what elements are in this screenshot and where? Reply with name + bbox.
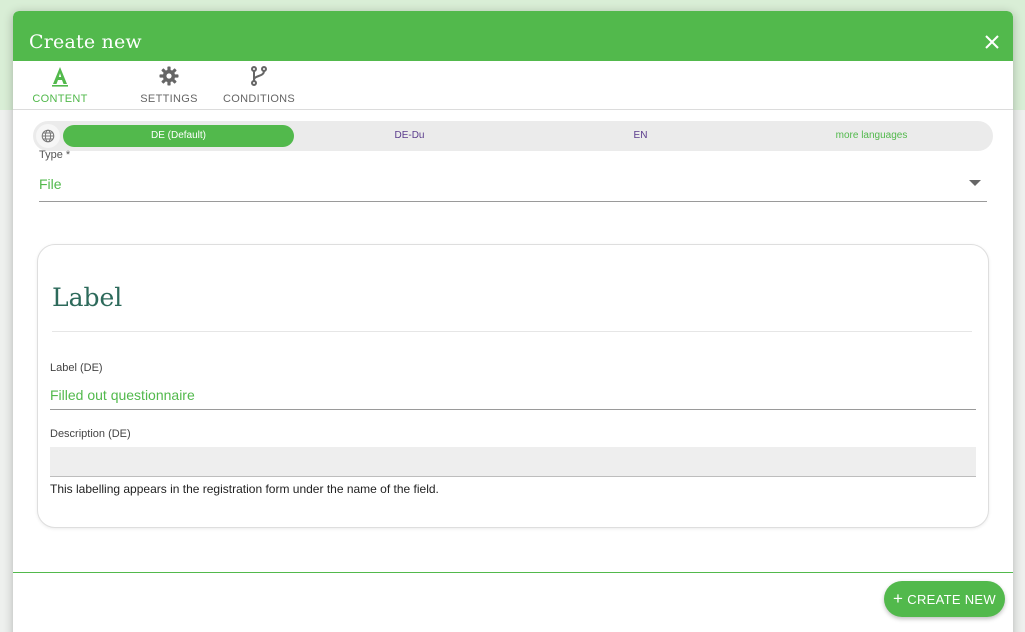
language-bar: DE (Default) DE-Du EN more languages xyxy=(33,121,993,151)
caret-down-icon xyxy=(969,180,981,186)
type-select[interactable]: File xyxy=(39,169,987,202)
card-title: Label xyxy=(52,283,123,312)
type-select-value: File xyxy=(39,176,62,192)
more-languages-link[interactable]: more languages xyxy=(756,125,987,147)
description-hint: This labelling appears in the registrati… xyxy=(50,482,439,496)
tab-settings[interactable]: SETTINGS xyxy=(124,65,214,107)
tab-settings-label: SETTINGS xyxy=(140,93,198,105)
language-de-du[interactable]: DE-Du xyxy=(294,125,525,147)
close-icon[interactable] xyxy=(983,33,1001,51)
label-input[interactable] xyxy=(50,380,976,409)
gear-icon xyxy=(124,65,214,87)
plus-icon: + xyxy=(893,589,904,608)
tab-content-label: CONTENT xyxy=(32,93,88,105)
language-en[interactable]: EN xyxy=(525,125,756,147)
label-field-label: Label (DE) xyxy=(50,362,103,374)
type-field-label: Type * xyxy=(39,149,71,161)
label-field[interactable] xyxy=(50,380,976,410)
label-card: Label Label (DE) Description (DE) This l… xyxy=(37,244,989,528)
branch-icon xyxy=(223,65,295,87)
footer-divider xyxy=(13,572,1013,573)
dialog-title: Create new xyxy=(29,31,142,53)
tab-bar: CONTENT SETTINGS CONDITIONS xyxy=(13,61,1013,110)
tab-content[interactable]: CONTENT xyxy=(30,65,90,107)
description-input[interactable] xyxy=(50,447,976,476)
tab-conditions[interactable]: CONDITIONS xyxy=(223,65,295,107)
description-field-label: Description (DE) xyxy=(50,428,131,440)
language-de-default[interactable]: DE (Default) xyxy=(63,125,294,147)
globe-icon[interactable] xyxy=(36,124,60,148)
text-format-icon xyxy=(30,65,90,87)
tab-conditions-label: CONDITIONS xyxy=(223,93,296,105)
card-divider xyxy=(52,331,972,332)
create-new-button[interactable]: + CREATE NEW xyxy=(884,581,1005,617)
create-new-label: CREATE NEW xyxy=(907,591,996,607)
dialog-header: Create new xyxy=(13,11,1013,61)
description-field[interactable] xyxy=(50,447,976,477)
